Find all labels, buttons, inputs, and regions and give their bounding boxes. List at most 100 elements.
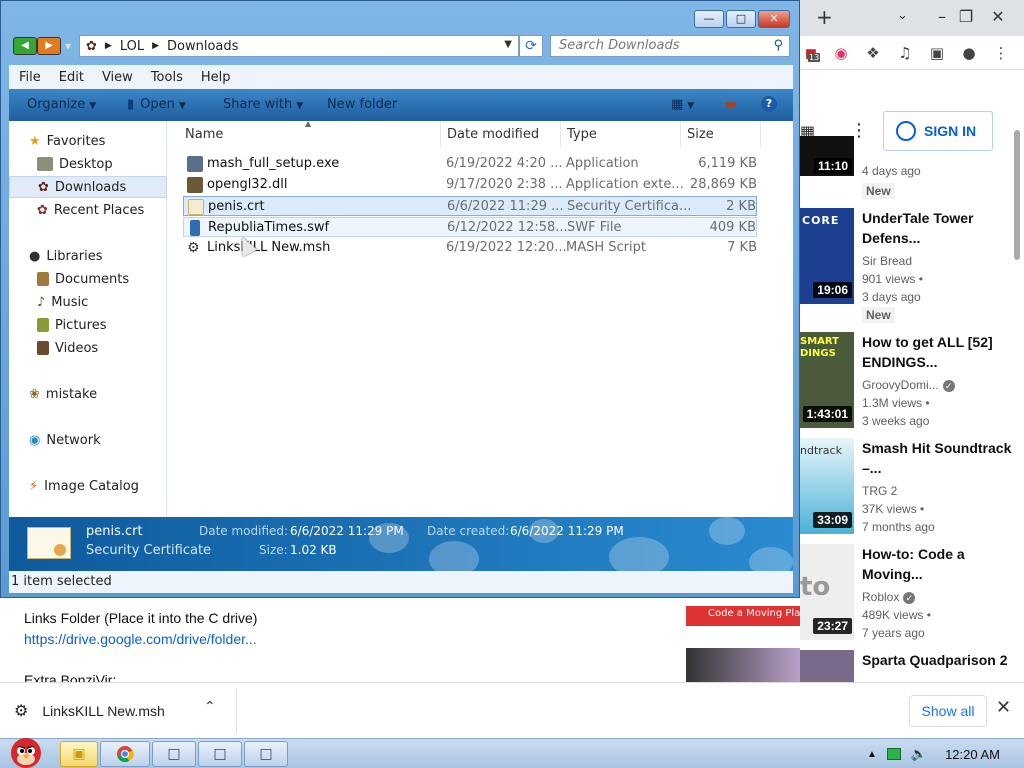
organize-button[interactable]: Organize ▼ <box>27 97 96 112</box>
video-item[interactable]: 11:10 4 days ago New <box>800 136 1024 206</box>
sidebar-item-videos[interactable]: Videos <box>37 337 161 359</box>
taskbar-window-button[interactable]: □ <box>244 741 288 767</box>
taskbar-window-button[interactable]: □ <box>152 741 196 767</box>
video-item[interactable]: Sparta Quadparison 2 <box>800 650 1024 682</box>
sidebar-item-favorites[interactable]: ★ Favorites <box>29 130 159 152</box>
video-thumbnail[interactable]: CORE 19:06 <box>800 208 854 304</box>
menu-file[interactable]: File <box>19 70 41 85</box>
tab-search-chevron-icon[interactable]: ⌄ <box>897 8 908 23</box>
forward-button[interactable]: ▶ <box>37 37 61 55</box>
video-thumbnail[interactable] <box>800 650 854 682</box>
video-thumbnail[interactable] <box>686 648 800 682</box>
show-all-button[interactable]: Show all <box>909 695 987 727</box>
open-button[interactable]: ▮ Open ▼ <box>127 97 186 112</box>
video-thumbnail[interactable]: to 23:27 <box>800 544 854 640</box>
start-button[interactable] <box>4 731 48 768</box>
video-channel[interactable]: Roblox ✓ <box>862 588 1022 606</box>
video-item[interactable]: SMART DINGS 1:43:01 How to get ALL [52] … <box>800 332 1024 432</box>
menu-tools[interactable]: Tools <box>151 70 183 85</box>
column-divider[interactable] <box>760 121 761 147</box>
column-header-type[interactable]: Type <box>567 127 597 142</box>
video-title[interactable]: UnderTale Tower Defens... <box>862 208 1020 248</box>
description-link[interactable]: https://drive.google.com/drive/folder... <box>24 631 257 647</box>
clock[interactable]: 12:20 AM <box>945 747 1000 762</box>
maximize-button[interactable]: □ <box>726 10 756 28</box>
video-item[interactable]: ndtrack 33:09 Smash Hit Soundtrack –... … <box>800 438 1024 538</box>
sidebar-item-music[interactable]: ♪ Music <box>37 291 161 313</box>
media-control-icon[interactable]: ♫ <box>894 42 916 64</box>
taskbar-explorer-button[interactable]: ▣ <box>60 741 98 767</box>
sidebar-item-downloads[interactable]: ✿ Downloads <box>9 176 167 198</box>
video-thumbnail[interactable]: Code a Moving Platform <box>686 598 800 640</box>
extension-ublock-icon[interactable]: ◼ 13 <box>800 42 822 64</box>
chevron-up-icon[interactable]: ⌃ <box>204 699 216 715</box>
breadcrumb-item[interactable]: LOL <box>120 39 144 54</box>
file-row[interactable]: ⚙ LinksKILL New.msh 6/19/2022 12:20... M… <box>183 238 757 258</box>
chrome-restore-button[interactable]: ❐ <box>952 6 980 28</box>
menu-view[interactable]: View <box>102 70 133 85</box>
close-icon[interactable]: ✕ <box>996 697 1011 718</box>
sidebar-item-libraries[interactable]: ● Libraries <box>29 245 159 267</box>
video-title[interactable]: Smash Hit Soundtrack –... <box>862 438 1020 478</box>
share-with-button[interactable]: Share with ▼ <box>223 97 303 112</box>
column-header-size[interactable]: Size <box>687 127 714 142</box>
sidebar-item-desktop[interactable]: Desktop <box>37 153 161 175</box>
video-channel[interactable]: Sir Bread <box>862 252 1022 270</box>
refresh-icon[interactable]: ⟳ <box>519 35 543 57</box>
video-thumbnail[interactable]: SMART DINGS 1:43:01 <box>800 332 854 428</box>
preview-pane-icon[interactable]: ▬ <box>725 97 737 112</box>
taskbar-window-button[interactable]: □ <box>198 741 242 767</box>
view-options-icon[interactable]: ▦ ▼ <box>671 97 694 112</box>
sidebar-item-image-catalog[interactable]: ⚡ Image Catalog <box>29 475 167 497</box>
search-input[interactable]: Search Downloads ⚲ <box>550 35 790 57</box>
column-divider[interactable] <box>560 121 561 147</box>
file-row[interactable]: opengl32.dll 9/17/2020 2:38 ... Applicat… <box>183 175 757 195</box>
column-divider[interactable] <box>680 121 681 147</box>
file-row-selected[interactable]: penis.crt 6/6/2022 11:29 ... Security Ce… <box>183 196 757 216</box>
video-title[interactable]: How to get ALL [52] ENDINGS... <box>862 332 1020 372</box>
chrome-menu-icon[interactable]: ⋮ <box>990 42 1012 64</box>
download-item[interactable]: ⚙ LinksKILL New.msh <box>14 697 165 725</box>
new-tab-button[interactable]: + <box>816 5 833 29</box>
sidebar-item-mistake[interactable]: ❀ mistake <box>29 383 159 405</box>
search-icon[interactable]: ⚲ <box>773 36 783 56</box>
close-button[interactable]: ✕ <box>758 10 790 28</box>
sidebar-item-recent-places[interactable]: ✿ Recent Places <box>37 199 167 221</box>
extension-flag-icon[interactable]: ◉ <box>830 42 852 64</box>
menu-help[interactable]: Help <box>201 70 231 85</box>
column-divider[interactable] <box>440 121 441 147</box>
address-dropdown-icon[interactable]: ▼ <box>504 39 512 50</box>
address-bar[interactable]: ✿ ▶ LOL ▶ Downloads ▼ <box>79 35 519 57</box>
video-item[interactable]: to 23:27 How-to: Code a Moving... Roblox… <box>800 544 1024 644</box>
video-title[interactable]: Sparta Quadparison 2 <box>862 650 1020 670</box>
chrome-close-button[interactable]: ✕ <box>984 6 1012 28</box>
back-button[interactable]: ◀ <box>13 37 37 55</box>
menu-edit[interactable]: Edit <box>59 70 84 85</box>
video-channel[interactable]: GroovyDomi... ✓ <box>862 376 1022 394</box>
sidebar-item-pictures[interactable]: Pictures <box>37 314 161 336</box>
youtube-sidebar: ▦ ⋮ SIGN IN 11:10 4 days ago New CORE 19… <box>800 70 1024 682</box>
side-panel-icon[interactable]: ▣ <box>926 42 948 64</box>
video-title[interactable]: How-to: Code a Moving... <box>862 544 1020 584</box>
minimize-button[interactable]: — <box>694 10 724 28</box>
sidebar-item-network[interactable]: ◉ Network <box>29 429 159 451</box>
video-channel[interactable]: TRG 2 <box>862 482 1022 500</box>
column-header-date[interactable]: Date modified <box>447 127 539 142</box>
video-thumbnail[interactable]: 11:10 <box>800 136 854 176</box>
profile-avatar-icon[interactable]: ● <box>958 42 980 64</box>
video-thumbnail[interactable]: ndtrack 33:09 <box>800 438 854 534</box>
tray-expand-icon[interactable]: ▲ <box>867 749 877 760</box>
volume-icon[interactable]: 🔈 <box>911 746 927 762</box>
help-icon[interactable]: ? <box>761 96 777 112</box>
column-header-name[interactable]: Name <box>185 127 223 142</box>
battery-icon[interactable] <box>886 748 901 760</box>
file-row[interactable]: mash_full_setup.exe 6/19/2022 4:20 ... A… <box>183 154 757 174</box>
file-row[interactable]: RepubliaTimes.swf 6/12/2022 12:58... SWF… <box>183 217 757 237</box>
sidebar-item-documents[interactable]: Documents <box>37 268 161 290</box>
extensions-puzzle-icon[interactable]: ❖ <box>862 42 884 64</box>
new-folder-button[interactable]: New folder <box>327 97 397 112</box>
breadcrumb-item[interactable]: Downloads <box>167 39 238 54</box>
recent-pages-icon[interactable]: ▼ <box>65 42 71 55</box>
taskbar-chrome-button[interactable] <box>100 741 150 767</box>
video-item[interactable]: CORE 19:06 UnderTale Tower Defens... Sir… <box>800 208 1024 323</box>
